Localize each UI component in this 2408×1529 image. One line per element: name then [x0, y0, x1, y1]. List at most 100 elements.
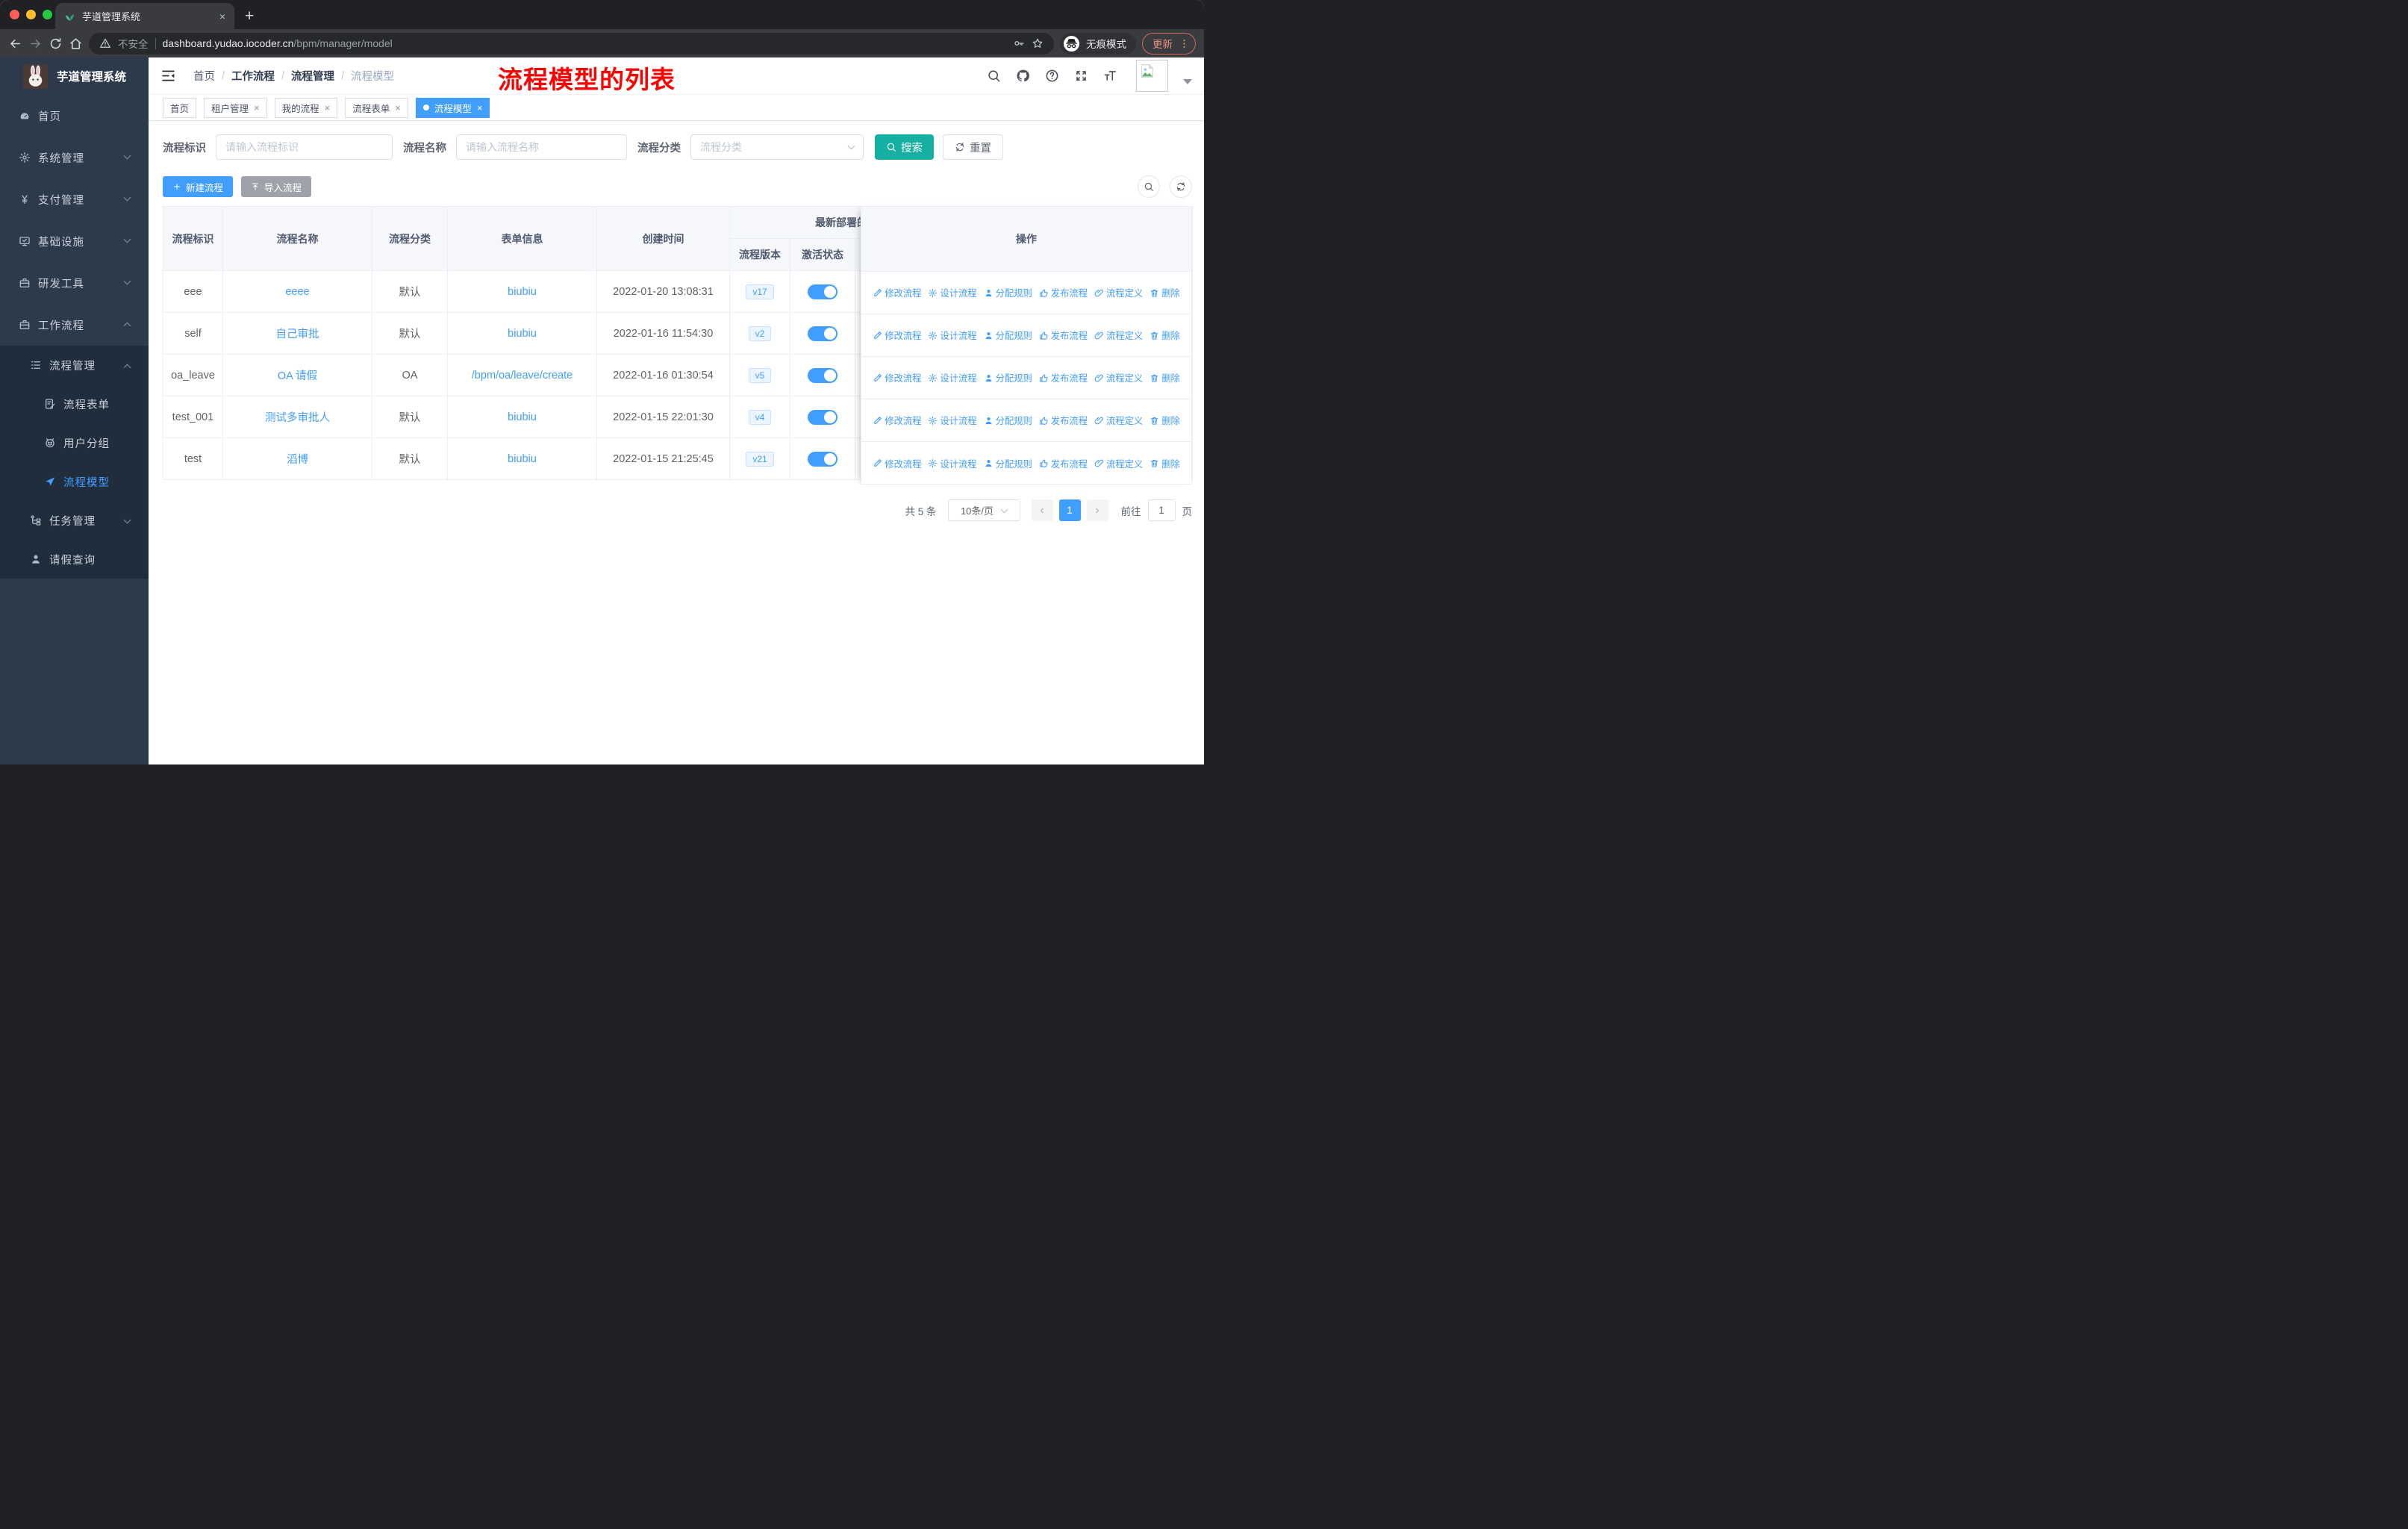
close-icon[interactable]: × [325, 103, 331, 113]
zoom-window-button[interactable] [43, 10, 52, 19]
assign-action-link[interactable]: 分配规则 [984, 414, 1032, 427]
breadcrumb-item[interactable]: 首页 [193, 68, 215, 84]
assign-action-link[interactable]: 分配规则 [984, 328, 1032, 342]
process-name-link[interactable]: 测试多审批人 [265, 412, 330, 424]
goto-page-input[interactable] [1147, 499, 1176, 521]
sidebar-item-home[interactable]: 首页 [0, 95, 149, 137]
delete-action-link[interactable]: 删除 [1150, 414, 1180, 427]
update-button[interactable]: 更新 [1142, 32, 1196, 55]
breadcrumb-item[interactable]: 流程管理 [291, 68, 334, 84]
sidebar-item-system[interactable]: 系统管理 [0, 137, 149, 178]
publish-action-link[interactable]: 发布流程 [1039, 457, 1088, 470]
search-icon[interactable] [987, 69, 1001, 83]
page-size-select[interactable]: 10条/页 [947, 499, 1020, 521]
new-tab-button[interactable]: + [245, 8, 254, 24]
modify-action-link[interactable]: 修改流程 [873, 371, 921, 384]
reload-icon[interactable] [49, 37, 63, 51]
definition-action-link[interactable]: 流程定义 [1094, 286, 1143, 299]
close-icon[interactable]: × [395, 103, 401, 113]
process-category-select[interactable]: 流程分类 [690, 134, 864, 160]
definition-action-link[interactable]: 流程定义 [1094, 457, 1143, 470]
import-process-button[interactable]: 导入流程 [241, 176, 312, 197]
definition-action-link[interactable]: 流程定义 [1094, 371, 1143, 384]
assign-action-link[interactable]: 分配规则 [984, 286, 1032, 299]
form-info-link[interactable]: biubiu [508, 453, 537, 465]
home-icon[interactable] [69, 37, 83, 51]
publish-action-link[interactable]: 发布流程 [1039, 414, 1088, 427]
definition-action-link[interactable]: 流程定义 [1094, 414, 1143, 427]
modify-action-link[interactable]: 修改流程 [873, 328, 921, 342]
tag-chip-流程模型[interactable]: 流程模型 × [415, 97, 490, 118]
tag-chip-我的流程[interactable]: 我的流程 × [274, 97, 338, 118]
sidebar-item-workflow[interactable]: 工作流程 [0, 304, 149, 346]
active-toggle[interactable] [808, 409, 838, 425]
publish-action-link[interactable]: 发布流程 [1039, 286, 1088, 299]
breadcrumb-item[interactable]: 工作流程 [231, 68, 275, 84]
publish-action-link[interactable]: 发布流程 [1039, 371, 1088, 384]
key-icon[interactable] [1013, 37, 1025, 49]
back-icon[interactable] [8, 37, 22, 51]
modify-action-link[interactable]: 修改流程 [873, 457, 921, 470]
active-toggle[interactable] [808, 326, 838, 341]
process-name-input[interactable] [456, 134, 627, 160]
next-page-button[interactable]: › [1086, 499, 1108, 521]
sidebar-item-process-mgmt[interactable]: 流程管理 [0, 346, 149, 384]
sidebar-item-leave-query[interactable]: 请假查询 [0, 540, 149, 579]
address-bar[interactable]: 不安全 dashboard.yudao.iocoder.cn/bpm/manag… [89, 32, 1054, 55]
search-button[interactable]: 搜索 [875, 134, 934, 160]
tag-chip-流程表单[interactable]: 流程表单 × [345, 97, 408, 118]
active-toggle[interactable] [808, 367, 838, 383]
form-info-link[interactable]: biubiu [508, 328, 537, 340]
warning-icon[interactable] [99, 37, 111, 49]
process-name-link[interactable]: OA 请假 [278, 370, 317, 382]
active-toggle[interactable] [808, 284, 838, 299]
tag-chip-租户管理[interactable]: 租户管理 × [204, 97, 267, 118]
delete-action-link[interactable]: 删除 [1150, 328, 1180, 342]
process-name-link[interactable]: eeee [285, 286, 309, 298]
process-name-link[interactable]: 滔博 [287, 454, 308, 466]
page-1-button[interactable]: 1 [1058, 499, 1081, 521]
show-search-button[interactable] [1138, 175, 1160, 198]
design-action-link[interactable]: 设计流程 [928, 371, 977, 384]
sidebar-item-devtools[interactable]: 研发工具 [0, 262, 149, 304]
sidebar-item-user-group[interactable]: 用户分组 [0, 423, 149, 462]
form-info-link[interactable]: biubiu [508, 286, 537, 298]
security-label[interactable]: 不安全 [118, 36, 149, 51]
sidebar-item-payment[interactable]: 支付管理 [0, 178, 149, 220]
github-icon[interactable] [1016, 69, 1030, 83]
forward-icon[interactable] [28, 37, 43, 51]
url-text[interactable]: dashboard.yudao.iocoder.cn/bpm/manager/m… [163, 37, 1007, 49]
definition-action-link[interactable]: 流程定义 [1094, 328, 1143, 342]
publish-action-link[interactable]: 发布流程 [1039, 328, 1088, 342]
design-action-link[interactable]: 设计流程 [928, 457, 977, 470]
modify-action-link[interactable]: 修改流程 [873, 286, 921, 299]
tag-chip-首页[interactable]: 首页 [163, 97, 197, 118]
kebab-menu-icon[interactable] [1179, 38, 1190, 49]
delete-action-link[interactable]: 删除 [1150, 286, 1180, 299]
sidebar-logo[interactable]: 芋道管理系统 [0, 57, 149, 95]
star-icon[interactable] [1032, 37, 1044, 49]
minimize-window-button[interactable] [26, 10, 36, 19]
process-id-input[interactable] [216, 134, 393, 160]
delete-action-link[interactable]: 删除 [1150, 457, 1180, 470]
help-icon[interactable] [1045, 69, 1059, 83]
prev-page-button[interactable]: ‹ [1031, 499, 1053, 521]
create-process-button[interactable]: 新建流程 [163, 176, 234, 197]
font-size-icon[interactable] [1103, 69, 1117, 83]
close-icon[interactable]: × [477, 103, 483, 113]
close-window-button[interactable] [10, 10, 19, 19]
form-info-link[interactable]: biubiu [508, 411, 537, 423]
design-action-link[interactable]: 设计流程 [928, 414, 977, 427]
form-info-link[interactable]: /bpm/oa/leave/create [472, 370, 573, 382]
sidebar-item-process-model[interactable]: 流程模型 [0, 462, 149, 501]
sidebar-item-task-mgmt[interactable]: 任务管理 [0, 501, 149, 540]
modify-action-link[interactable]: 修改流程 [873, 414, 921, 427]
avatar[interactable] [1136, 60, 1168, 92]
delete-action-link[interactable]: 删除 [1150, 371, 1180, 384]
process-name-link[interactable]: 自己审批 [276, 328, 319, 340]
reset-button[interactable]: 重置 [943, 134, 1003, 160]
active-toggle[interactable] [808, 451, 838, 467]
fullscreen-icon[interactable] [1074, 69, 1088, 83]
tab-close-icon[interactable]: × [219, 11, 225, 22]
refresh-table-button[interactable] [1170, 175, 1192, 198]
